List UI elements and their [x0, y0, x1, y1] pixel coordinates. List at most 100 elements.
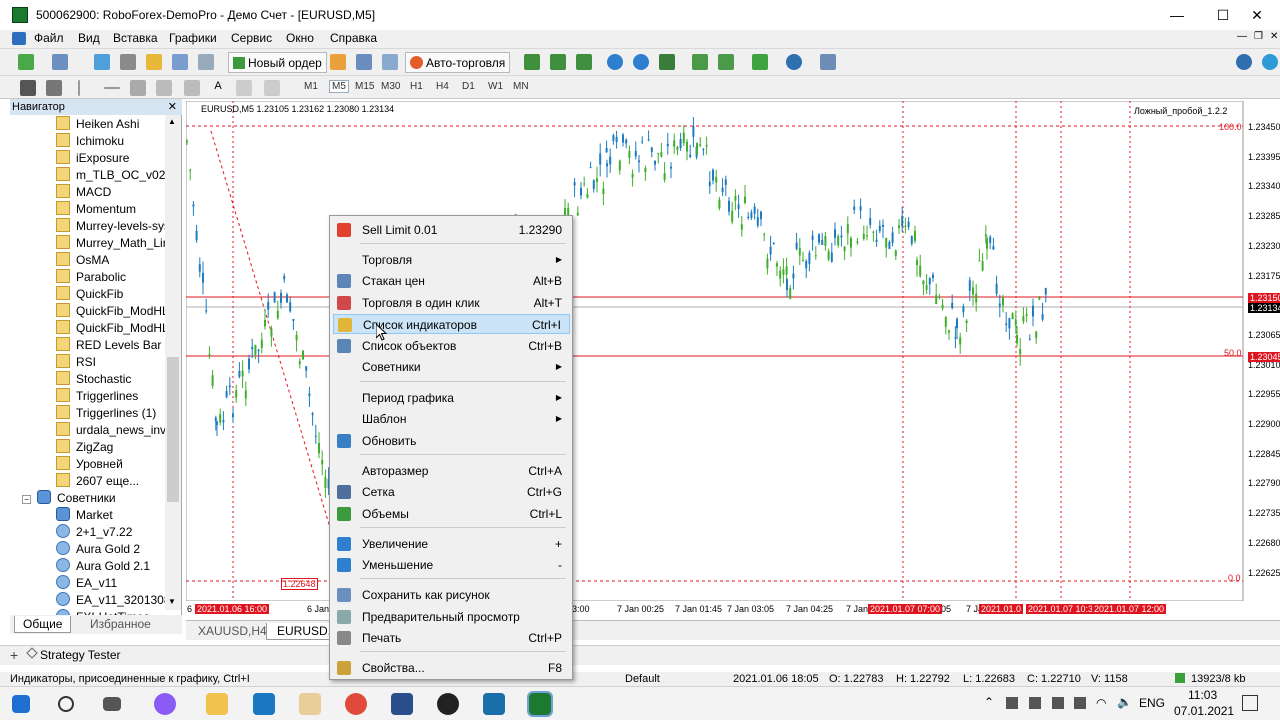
app-circle-icon[interactable] [154, 693, 176, 715]
context-menu-item[interactable]: Список индикаторов Ctrl+I [333, 314, 570, 334]
navigator-advisor-item[interactable]: Aura Gold 2.1 [56, 558, 150, 575]
context-menu-item[interactable]: Предварительный просмотр [333, 607, 570, 627]
new-order-button[interactable]: Новый ордер [228, 52, 327, 73]
clock-date[interactable]: 07.01.2021 [1174, 704, 1234, 718]
app-tile-icon[interactable] [483, 693, 505, 715]
context-menu-item[interactable]: Шаблон ▶ [333, 409, 570, 429]
navigator-indicator-item[interactable]: Stochastic [56, 371, 131, 388]
menu-charts[interactable]: Графики [169, 31, 217, 45]
mdi-minimize-button[interactable]: — [1237, 31, 1247, 42]
scroll-thumb[interactable] [167, 357, 179, 502]
market-watch-icon[interactable] [94, 54, 110, 70]
obs-icon[interactable] [437, 693, 459, 715]
navigator-advisors-folder[interactable]: − Советники [22, 490, 116, 507]
tf-m15[interactable]: M15 [355, 81, 374, 92]
menu-file[interactable]: Файл [34, 31, 64, 45]
crosshair-icon[interactable] [46, 80, 62, 96]
new-chart-icon[interactable] [18, 54, 34, 70]
trendline-icon[interactable] [130, 80, 146, 96]
network-icon[interactable]: ◠ [1096, 696, 1106, 710]
navigator-indicator-item[interactable]: RSI [56, 354, 96, 371]
clock-time[interactable]: 11:03 [1188, 688, 1217, 702]
tester-icon[interactable] [198, 54, 214, 70]
mdi-close-button[interactable]: ✕ [1270, 31, 1278, 42]
navigator-indicator-item[interactable]: RED Levels Bar 3.3 [56, 337, 181, 354]
label-tool-icon[interactable] [236, 80, 252, 96]
metaeditor-taskbar-icon[interactable] [391, 693, 413, 715]
text-tool-icon[interactable]: A [210, 80, 226, 96]
tf-h1[interactable]: H1 [410, 81, 423, 92]
market-icon[interactable] [382, 54, 398, 70]
mdi-restore-button[interactable]: ❐ [1254, 31, 1263, 42]
scroll-up-icon[interactable]: ▲ [168, 117, 176, 126]
navigator-indicator-item[interactable]: QuickFib_ModHL [56, 303, 169, 320]
context-menu-item[interactable]: Обновить [333, 431, 570, 451]
context-menu-item[interactable]: Период графика ▶ [333, 388, 570, 408]
navigator-indicator-item[interactable]: ZigZag [56, 439, 113, 456]
navigator-indicator-item[interactable]: OsMA [56, 252, 109, 269]
navigator-advisor-item[interactable]: 2+1_v7.22 [56, 524, 132, 541]
menu-help[interactable]: Справка [330, 31, 377, 45]
navigator-scrollbar[interactable]: ▲ ▼ [165, 115, 181, 610]
context-menu-item[interactable]: Сохранить как рисунок [333, 585, 570, 605]
navigator-indicator-item[interactable]: Heiken Ashi [56, 116, 139, 133]
search-taskbar-icon[interactable] [58, 696, 74, 712]
profiles-icon[interactable] [52, 54, 68, 70]
menu-window[interactable]: Окно [286, 31, 314, 45]
context-menu-item[interactable]: Уменьшение - [333, 555, 570, 575]
collapse-icon[interactable]: − [22, 495, 31, 504]
chart-shift-icon[interactable] [718, 54, 734, 70]
tab-xauusd-h4[interactable]: XAUUSD,H4 [188, 623, 277, 639]
data-window-icon[interactable] [120, 54, 136, 70]
tab-favorites[interactable]: Избранное [82, 616, 159, 632]
tf-h4[interactable]: H4 [436, 81, 449, 92]
terminal-icon[interactable] [172, 54, 188, 70]
scroll-down-icon[interactable]: ▼ [168, 597, 176, 606]
tray-app4-icon[interactable] [1074, 697, 1086, 709]
line-chart-icon[interactable] [576, 54, 592, 70]
close-window-button[interactable]: ✕ [1234, 0, 1280, 30]
tray-app2-icon[interactable] [1029, 697, 1041, 709]
metaeditor-icon[interactable] [330, 54, 346, 70]
auto-trading-button[interactable]: Авто-торговля [405, 52, 511, 73]
cursor-tool-icon[interactable] [20, 80, 36, 96]
volume-icon[interactable]: 🔈 [1117, 695, 1132, 709]
signals-icon[interactable] [356, 54, 372, 70]
navigator-indicator-item[interactable]: Triggerlines (1) [56, 405, 156, 422]
mail-icon[interactable] [253, 693, 275, 715]
navigator-indicator-item[interactable]: 2607 еще... [56, 473, 139, 490]
navigator-indicator-item[interactable]: Ichimoku [56, 133, 124, 150]
context-menu-item[interactable]: Сетка Ctrl+G [333, 482, 570, 502]
tray-app-icon[interactable] [1006, 697, 1018, 709]
horizontal-line-icon[interactable] [104, 87, 120, 89]
community-icon[interactable] [1262, 54, 1278, 70]
navigator-indicator-item[interactable]: iExposure [56, 150, 129, 167]
navigator-advisor-item[interactable]: Aura Gold 2 [56, 541, 140, 558]
templates-icon[interactable] [820, 54, 836, 70]
navigator-indicator-item[interactable]: m_TLB_OC_v02 (N [56, 167, 181, 184]
tf-w1[interactable]: W1 [488, 81, 503, 92]
tile-windows-icon[interactable] [659, 54, 675, 70]
zoom-out-toolbar-icon[interactable] [633, 54, 649, 70]
autoscroll-icon[interactable] [692, 54, 708, 70]
minimize-button[interactable]: — [1154, 0, 1200, 30]
navigator-indicator-item[interactable]: Momentum [56, 201, 136, 218]
notes-icon[interactable] [299, 693, 321, 715]
vertical-line-icon[interactable] [78, 80, 80, 96]
metatrader-taskbar-icon[interactable] [527, 691, 553, 717]
periods-icon[interactable] [786, 54, 802, 70]
candle-chart-icon[interactable] [550, 54, 566, 70]
language-indicator[interactable]: ENG [1139, 696, 1165, 710]
navigator-indicator-item[interactable]: Уровней [56, 456, 123, 473]
tray-arrow-icon[interactable]: ⌃ [984, 695, 994, 709]
channel-icon[interactable] [156, 80, 172, 96]
navigator-indicator-item[interactable]: Triggerlines [56, 388, 138, 405]
context-menu-item[interactable]: Sell Limit 0.01 1.23290 [333, 220, 570, 240]
search-icon[interactable] [1236, 54, 1252, 70]
context-menu-item[interactable]: Стакан цен Alt+B [333, 271, 570, 291]
tf-m5[interactable]: M5 [329, 80, 349, 93]
bar-chart-icon[interactable] [524, 54, 540, 70]
tf-d1[interactable]: D1 [462, 81, 475, 92]
strategy-tester-label[interactable]: Strategy Tester [40, 648, 120, 662]
navigator-indicator-item[interactable]: Murrey_Math_Lin [56, 235, 169, 252]
